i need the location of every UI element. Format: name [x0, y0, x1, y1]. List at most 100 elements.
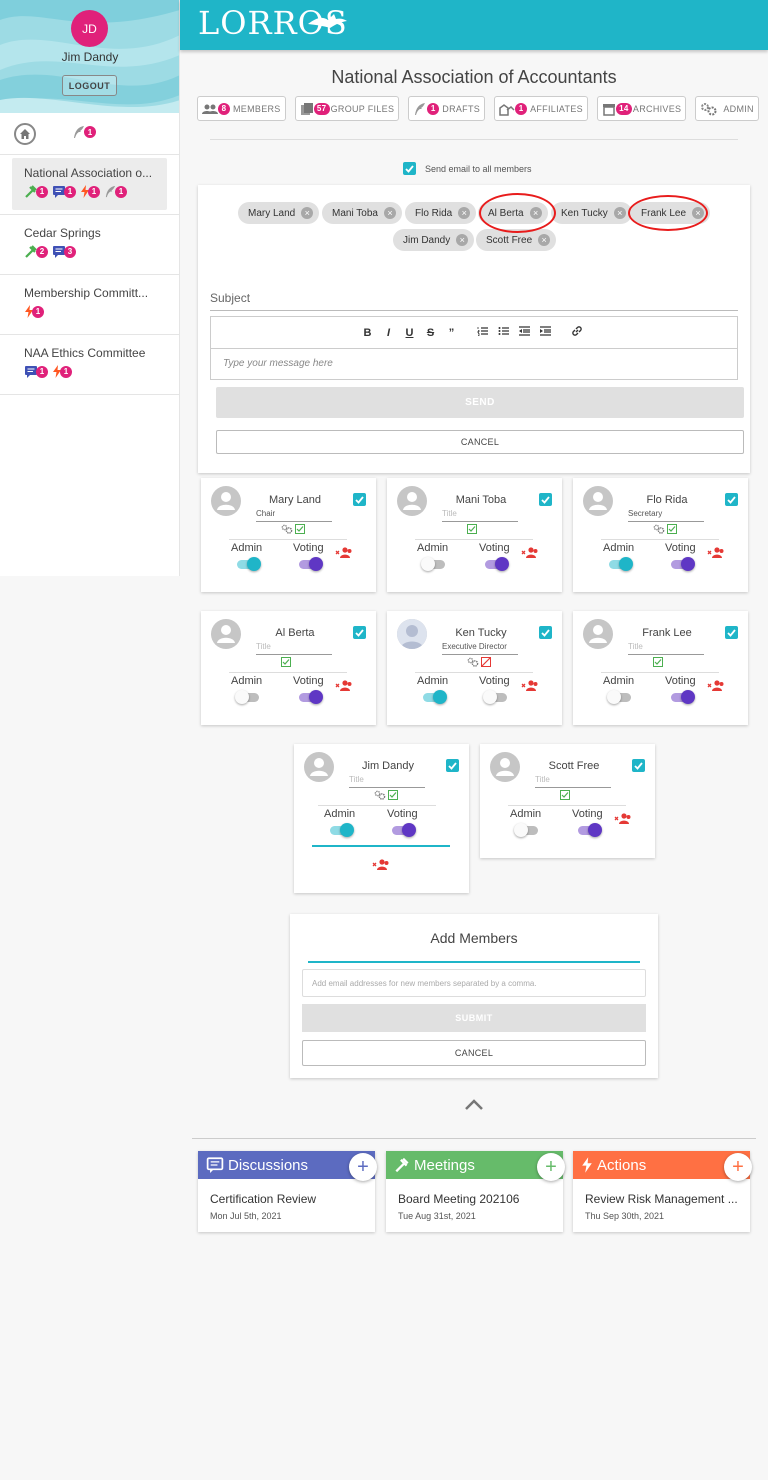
bold-button[interactable]: B	[358, 327, 377, 339]
sidebar-group-cedar-springs[interactable]: Cedar Springs 2 3	[0, 215, 179, 275]
admin-toggle[interactable]	[421, 557, 445, 571]
new-members-email-input[interactable]: Add email addresses for new members sepa…	[302, 969, 646, 997]
admin-toggle[interactable]	[609, 557, 633, 571]
role-check-icon	[653, 657, 663, 667]
member-select-checkbox[interactable]	[725, 493, 738, 506]
gear-icon	[701, 102, 717, 115]
feather-icon	[415, 102, 426, 115]
remove-member-icon[interactable]	[707, 679, 725, 697]
tab-archives[interactable]: 14 ARCHIVES	[596, 96, 687, 121]
voting-toggle[interactable]	[392, 823, 416, 837]
add-action-button[interactable]: +	[724, 1153, 752, 1181]
member-title-field[interactable]: Title	[628, 642, 704, 655]
cancel-button[interactable]: CANCEL	[302, 1040, 646, 1066]
voting-toggle[interactable]	[483, 690, 507, 704]
add-meeting-button[interactable]: +	[537, 1153, 565, 1181]
member-title-field[interactable]: Executive Director	[442, 642, 518, 655]
voting-toggle[interactable]	[299, 557, 323, 571]
member-title-field[interactable]: Title	[535, 775, 611, 788]
cancel-button[interactable]: CANCEL	[216, 430, 744, 454]
add-discussion-button[interactable]: +	[349, 1153, 377, 1181]
meeting-item-title[interactable]: Board Meeting 202106	[398, 1192, 556, 1206]
remove-member-icon[interactable]	[335, 679, 353, 697]
sidebar-group-naa-ethics[interactable]: NAA Ethics Committee 1 1	[0, 335, 179, 395]
sidebar-drafts[interactable]: 1	[72, 125, 96, 139]
tab-drafts[interactable]: 1 DRAFTS	[408, 96, 486, 121]
tab-group-files[interactable]: 57 GROUP FILES	[294, 96, 400, 121]
message-input[interactable]: Type your message here	[211, 349, 737, 378]
remove-chip-icon[interactable]: ×	[456, 234, 469, 246]
send-button[interactable]: SEND	[216, 387, 744, 418]
collapse-chevron-icon[interactable]	[464, 1098, 484, 1117]
recipient-chip: Jim Dandy ×	[393, 229, 475, 251]
voting-toggle[interactable]	[671, 557, 695, 571]
underline-button[interactable]: U	[400, 327, 419, 339]
tab-affiliates[interactable]: 1 AFFILIATES	[494, 96, 588, 121]
admin-toggle[interactable]	[607, 690, 631, 704]
remove-member-icon[interactable]	[707, 546, 725, 564]
ordered-list-button[interactable]	[473, 326, 492, 339]
indent-button[interactable]	[536, 326, 555, 339]
discussions-count: 1	[24, 365, 48, 378]
tab-admin[interactable]: ADMIN	[695, 96, 759, 121]
logo[interactable]: LORROS	[198, 4, 348, 42]
member-title-field[interactable]: Secretary	[628, 509, 704, 522]
home-icon[interactable]	[14, 123, 36, 145]
member-select-checkbox[interactable]	[539, 626, 552, 639]
discussion-item-title[interactable]: Certification Review	[210, 1192, 368, 1206]
member-title-field[interactable]: Title	[442, 509, 518, 522]
member-title-field[interactable]: Chair	[256, 509, 332, 522]
tab-members[interactable]: 8 MEMBERS	[197, 96, 286, 121]
admin-toggle[interactable]	[514, 823, 538, 837]
outdent-button[interactable]	[515, 326, 534, 339]
discussions-header[interactable]: Discussions +	[198, 1151, 377, 1181]
subject-field[interactable]: Subject	[210, 289, 738, 311]
admin-toggle[interactable]	[237, 557, 261, 571]
sidebar-group-membership-committee[interactable]: Membership Committ... 1	[0, 275, 179, 335]
remove-member-icon[interactable]	[521, 546, 539, 564]
voting-toggle[interactable]	[671, 690, 695, 704]
remove-member-icon[interactable]	[614, 812, 632, 830]
bullet-list-button[interactable]	[494, 326, 513, 339]
archives-badge: 14	[615, 102, 632, 115]
remove-member-icon[interactable]	[521, 679, 539, 697]
voting-toggle[interactable]	[299, 690, 323, 704]
admin-toggle[interactable]	[235, 690, 259, 704]
remove-chip-icon[interactable]: ×	[301, 207, 314, 219]
actions-header[interactable]: Actions +	[573, 1151, 752, 1181]
member-select-checkbox[interactable]	[632, 759, 645, 772]
italic-button[interactable]: I	[379, 327, 398, 339]
action-item-title[interactable]: Review Risk Management ...	[585, 1192, 743, 1206]
voting-toggle[interactable]	[485, 557, 509, 571]
member-select-checkbox[interactable]	[353, 493, 366, 506]
sidebar-group-naa[interactable]: National Association o... 1 1 1 1	[0, 155, 179, 215]
member-select-checkbox[interactable]	[446, 759, 459, 772]
admin-label: Admin	[417, 675, 449, 687]
logout-button[interactable]: LOGOUT	[62, 75, 117, 96]
member-select-checkbox[interactable]	[353, 626, 366, 639]
message-editor: B I U S ” Type your message here	[210, 316, 738, 380]
member-title-field[interactable]: Title	[256, 642, 332, 655]
send-all-checkbox[interactable]: Send email to all members	[403, 162, 532, 175]
voting-toggle[interactable]	[578, 823, 602, 837]
member-select-checkbox[interactable]	[725, 626, 738, 639]
admin-toggle[interactable]	[423, 690, 447, 704]
member-select-checkbox[interactable]	[539, 493, 552, 506]
meetings-header[interactable]: Meetings +	[386, 1151, 565, 1181]
settings-icon	[653, 524, 665, 534]
remove-member-icon[interactable]	[335, 546, 353, 564]
voting-label: Voting	[293, 675, 324, 687]
remove-chip-icon[interactable]: ×	[383, 207, 396, 219]
strikethrough-button[interactable]: S	[421, 327, 440, 339]
remove-chip-icon[interactable]: ×	[538, 234, 551, 246]
member-title-field[interactable]: Title	[349, 775, 425, 788]
member-role-status	[374, 790, 398, 800]
remove-chip-icon[interactable]: ×	[613, 207, 626, 219]
avatar[interactable]: JD	[71, 10, 108, 47]
link-button[interactable]	[567, 325, 586, 340]
quote-button[interactable]: ”	[442, 327, 461, 339]
remove-member-icon[interactable]	[372, 858, 390, 876]
remove-chip-icon[interactable]: ×	[458, 207, 471, 219]
submit-button[interactable]: SUBMIT	[302, 1004, 646, 1032]
admin-toggle[interactable]	[330, 823, 354, 837]
